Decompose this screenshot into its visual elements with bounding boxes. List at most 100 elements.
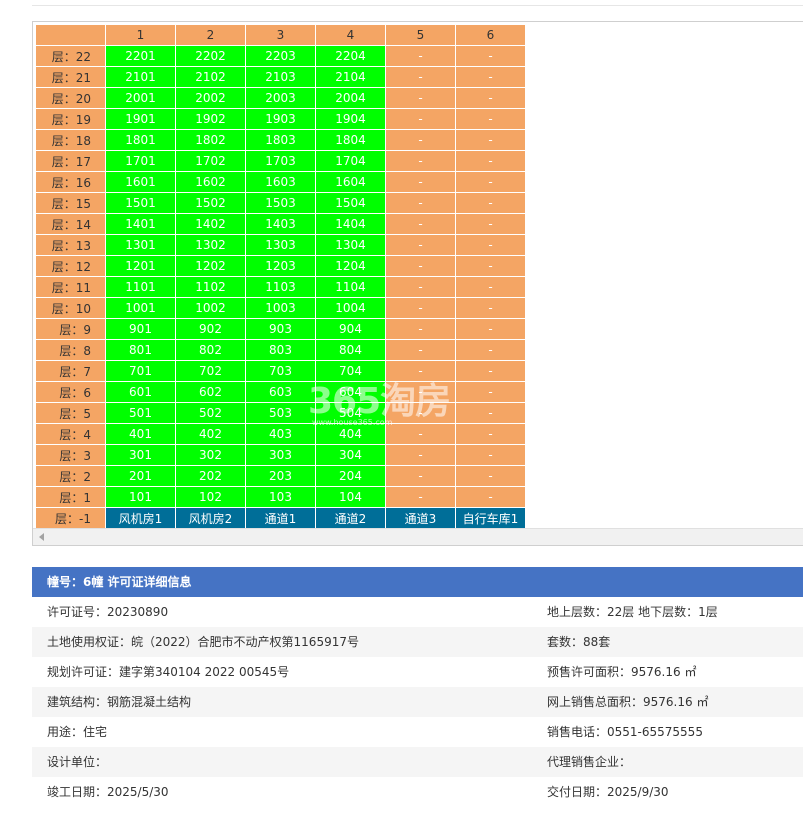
unit-cell[interactable]: 1004	[315, 297, 386, 319]
unit-cell[interactable]: 1102	[175, 276, 246, 298]
unit-cell[interactable]: 2103	[245, 66, 316, 88]
unit-cell[interactable]: 504	[315, 402, 386, 424]
unit-cell[interactable]: 1003	[245, 297, 316, 319]
unit-cell[interactable]: 1902	[175, 108, 246, 130]
unit-cell[interactable]: 601	[105, 381, 176, 403]
unit-cell[interactable]: 2201	[105, 45, 176, 67]
unit-cell[interactable]: 1302	[175, 234, 246, 256]
unit-cell[interactable]: 401	[105, 423, 176, 445]
unit-cell[interactable]: 1901	[105, 108, 176, 130]
unit-cell[interactable]: 802	[175, 339, 246, 361]
unit-cell[interactable]: 901	[105, 318, 176, 340]
unit-cell[interactable]: 2204	[315, 45, 386, 67]
unit-cell[interactable]: 2003	[245, 87, 316, 109]
unit-cell[interactable]: 1803	[245, 129, 316, 151]
unit-cell[interactable]: 603	[245, 381, 316, 403]
unit-cell[interactable]: 201	[105, 465, 176, 487]
scroll-left-arrow-icon[interactable]	[39, 533, 44, 541]
unit-cell[interactable]: 403	[245, 423, 316, 445]
unit-cell[interactable]: 1001	[105, 297, 176, 319]
basement-unit-cell[interactable]: 通道3	[385, 507, 456, 529]
unit-cell[interactable]: 1404	[315, 213, 386, 235]
unit-cell[interactable]: 1204	[315, 255, 386, 277]
unit-cell[interactable]: 1304	[315, 234, 386, 256]
unit-cell[interactable]: 404	[315, 423, 386, 445]
floor-row: 层：15 1501 1502 1503 1504- -	[35, 192, 526, 214]
unit-cell[interactable]: 302	[175, 444, 246, 466]
unit-cell[interactable]: 1903	[245, 108, 316, 130]
unit-cell[interactable]: 1604	[315, 171, 386, 193]
unit-cell[interactable]: 1303	[245, 234, 316, 256]
unit-cell[interactable]: 903	[245, 318, 316, 340]
unit-cell[interactable]: 1401	[105, 213, 176, 235]
empty-unit-cell: -	[385, 150, 456, 172]
unit-cell[interactable]: 1501	[105, 192, 176, 214]
unit-cell[interactable]: 803	[245, 339, 316, 361]
unit-cell[interactable]: 102	[175, 486, 246, 508]
basement-unit-cell[interactable]: 通道2	[315, 507, 386, 529]
unit-cell[interactable]: 2104	[315, 66, 386, 88]
unit-cell[interactable]: 2101	[105, 66, 176, 88]
unit-cell[interactable]: 202	[175, 465, 246, 487]
unit-cell[interactable]: 1301	[105, 234, 176, 256]
unit-cell[interactable]: 1101	[105, 276, 176, 298]
basement-unit-cell[interactable]: 风机房2	[175, 507, 246, 529]
unit-cell[interactable]: 904	[315, 318, 386, 340]
unit-cell[interactable]: 501	[105, 402, 176, 424]
unit-cell[interactable]: 1801	[105, 129, 176, 151]
unit-cell[interactable]: 301	[105, 444, 176, 466]
unit-cell[interactable]: 1402	[175, 213, 246, 235]
unit-cell[interactable]: 902	[175, 318, 246, 340]
unit-cell[interactable]: 703	[245, 360, 316, 382]
unit-cell[interactable]: 103	[245, 486, 316, 508]
unit-cell[interactable]: 1504	[315, 192, 386, 214]
unit-cell[interactable]: 1104	[315, 276, 386, 298]
unit-cell[interactable]: 1804	[315, 129, 386, 151]
unit-cell[interactable]: 502	[175, 402, 246, 424]
unit-cell[interactable]: 1002	[175, 297, 246, 319]
unit-cell[interactable]: 604	[315, 381, 386, 403]
unit-cell[interactable]: 2001	[105, 87, 176, 109]
unit-cell[interactable]: 801	[105, 339, 176, 361]
unit-cell[interactable]: 2002	[175, 87, 246, 109]
unit-cell[interactable]: 204	[315, 465, 386, 487]
unit-cell[interactable]: 1602	[175, 171, 246, 193]
unit-cell[interactable]: 1503	[245, 192, 316, 214]
unit-cell[interactable]: 704	[315, 360, 386, 382]
unit-cell[interactable]: 1203	[245, 255, 316, 277]
unit-cell[interactable]: 104	[315, 486, 386, 508]
unit-cell[interactable]: 1702	[175, 150, 246, 172]
unit-cell[interactable]: 1701	[105, 150, 176, 172]
empty-unit-cell: -	[455, 255, 526, 277]
unit-cell[interactable]: 2203	[245, 45, 316, 67]
unit-cell[interactable]: 1603	[245, 171, 316, 193]
basement-unit-cell[interactable]: 风机房1	[105, 507, 176, 529]
unit-cell[interactable]: 101	[105, 486, 176, 508]
horizontal-scrollbar[interactable]	[33, 528, 803, 545]
unit-cell[interactable]: 2102	[175, 66, 246, 88]
unit-cell[interactable]: 203	[245, 465, 316, 487]
info-left-field: 竣工日期：2025/5/30	[47, 785, 169, 799]
unit-cell[interactable]: 1802	[175, 129, 246, 151]
unit-cell[interactable]: 702	[175, 360, 246, 382]
unit-cell[interactable]: 402	[175, 423, 246, 445]
unit-cell[interactable]: 304	[315, 444, 386, 466]
unit-cell[interactable]: 1704	[315, 150, 386, 172]
unit-cell[interactable]: 1202	[175, 255, 246, 277]
unit-cell[interactable]: 1403	[245, 213, 316, 235]
unit-cell[interactable]: 503	[245, 402, 316, 424]
unit-cell[interactable]: 2004	[315, 87, 386, 109]
unit-cell[interactable]: 2202	[175, 45, 246, 67]
unit-cell[interactable]: 1703	[245, 150, 316, 172]
unit-cell[interactable]: 1103	[245, 276, 316, 298]
unit-cell[interactable]: 701	[105, 360, 176, 382]
unit-cell[interactable]: 602	[175, 381, 246, 403]
basement-unit-cell[interactable]: 自行车库1	[455, 507, 526, 529]
basement-unit-cell[interactable]: 通道1	[245, 507, 316, 529]
unit-cell[interactable]: 1502	[175, 192, 246, 214]
unit-cell[interactable]: 1904	[315, 108, 386, 130]
unit-cell[interactable]: 804	[315, 339, 386, 361]
unit-cell[interactable]: 1601	[105, 171, 176, 193]
unit-cell[interactable]: 1201	[105, 255, 176, 277]
unit-cell[interactable]: 303	[245, 444, 316, 466]
